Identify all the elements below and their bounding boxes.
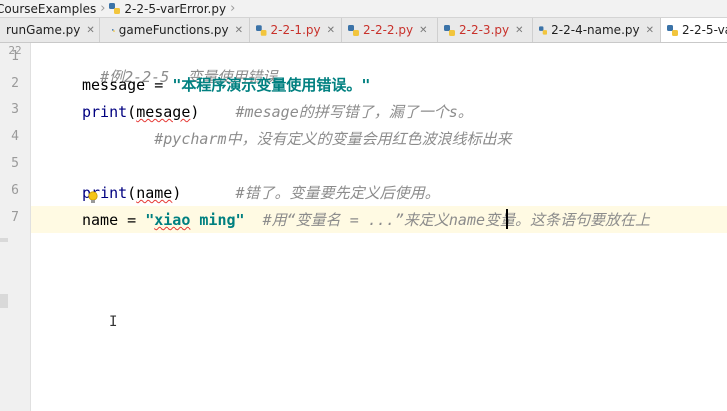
code-paren: (: [127, 103, 137, 121]
tab-label: 2-2-2.py: [363, 23, 414, 37]
breadcrumb-project[interactable]: CourseExamples: [0, 2, 96, 16]
code-comment: #mesage的拼写错了，漏了一个s。: [235, 103, 473, 121]
tab-label: gameFunctions.py: [118, 23, 229, 37]
code-unresolved-reference: mesage: [136, 103, 191, 121]
line-number: 6: [11, 183, 19, 198]
code-comment: #错了。变量要先定义后使用。: [235, 184, 440, 202]
tab-2-2-1[interactable]: 2-2-1.py ✕: [250, 18, 342, 42]
line-number: 1: [11, 49, 19, 64]
code-line-7[interactable]: name = "xiao ming" #用“变量名 = ...”来定义name变…: [82, 209, 650, 230]
code-unresolved-reference: name: [136, 184, 173, 202]
code-paren: (: [127, 184, 137, 202]
code-keyword: int: [100, 184, 128, 202]
close-icon[interactable]: ✕: [515, 25, 523, 36]
close-icon[interactable]: ✕: [86, 25, 94, 36]
python-file-icon: [667, 24, 678, 36]
python-file-icon: [109, 3, 121, 14]
line-number: 7: [11, 210, 19, 225]
close-icon[interactable]: ✕: [235, 25, 243, 36]
code-string: ": [235, 211, 245, 229]
close-icon[interactable]: ✕: [419, 25, 427, 36]
editor-tab-bar: runGame.py ✕ gameFunctions.py ✕ 2-2-1.py…: [0, 18, 727, 43]
code-keyword: print: [82, 103, 128, 121]
tab-2-2-4-name[interactable]: 2-2-4-name.py ✕: [533, 18, 661, 42]
python-file-icon: [539, 25, 548, 35]
code-identifier: message =: [82, 76, 173, 94]
python-file-icon: [256, 24, 267, 36]
code-line-3[interactable]: print(mesage) #mesage的拼写错了，漏了一个s。: [82, 101, 473, 122]
code-line-2[interactable]: message = "本程序演示变量使用错误。": [82, 74, 370, 95]
breadcrumb-file-label: 2-2-5-varError.py: [124, 1, 227, 16]
line-number: 5: [11, 156, 19, 171]
chevron-right-icon: ›: [230, 1, 236, 16]
line-number-gutter[interactable]: 22 1 2 3 4 5 6 7: [0, 43, 31, 411]
tab-label: 2-2-5-va: [682, 23, 727, 37]
close-icon[interactable]: ✕: [327, 25, 335, 36]
code-string: ming: [199, 211, 236, 229]
tab-label: runGame.py: [6, 23, 81, 37]
code-string-typo: xiao: [154, 211, 191, 229]
line-number: 4: [11, 129, 19, 144]
code-paren: ): [172, 184, 182, 202]
text-caret: [506, 209, 508, 229]
code-comment: name变量。这条语句要放在上: [448, 211, 651, 229]
line-number: 2: [11, 76, 19, 91]
code-line-6[interactable]: print(name) #错了。变量要先定义后使用。: [82, 182, 440, 203]
tab-2-2-3[interactable]: 2-2-3.py ✕: [438, 18, 533, 42]
code-string: "本程序演示变量使用错误。": [172, 76, 371, 94]
tab-2-2-5-varError[interactable]: 2-2-5-va: [661, 18, 727, 42]
chevron-right-icon: ›: [100, 1, 106, 16]
breadcrumb-file[interactable]: 2-2-5-varError.py: [109, 2, 226, 16]
python-file-icon: [444, 24, 455, 36]
code-line-4[interactable]: #pycharm中，没有定义的变量会用红色波浪线标出来: [82, 128, 512, 149]
gutter-marker: [0, 238, 8, 242]
code-comment: #pycharm中，没有定义的变量会用红色波浪线标出来: [154, 130, 512, 148]
breadcrumb: CourseExamples › 2-2-5-varError.py ›: [0, 0, 727, 18]
breadcrumb-project-label: CourseExamples: [0, 1, 97, 16]
tab-label: 2-2-4-name.py: [551, 23, 640, 37]
tab-runGame[interactable]: runGame.py ✕: [0, 18, 100, 42]
ibeam-cursor-icon: I: [109, 314, 118, 330]
close-icon[interactable]: ✕: [646, 25, 654, 36]
line-number: 3: [11, 102, 19, 117]
python-file-icon: [112, 28, 115, 32]
code-comment: #用“变量名 = ...”来定义: [262, 211, 449, 229]
python-file-icon: [348, 24, 359, 36]
tab-label: 2-2-1.py: [270, 23, 321, 37]
tab-gameFunctions[interactable]: gameFunctions.py ✕: [100, 18, 250, 42]
tab-2-2-2[interactable]: 2-2-2.py ✕: [342, 18, 438, 42]
gutter-marker: [0, 294, 8, 308]
code-string: ": [145, 211, 155, 229]
tab-label: 2-2-3.py: [459, 23, 510, 37]
lightbulb-icon[interactable]: [88, 191, 98, 205]
code-identifier: name =: [82, 211, 146, 229]
